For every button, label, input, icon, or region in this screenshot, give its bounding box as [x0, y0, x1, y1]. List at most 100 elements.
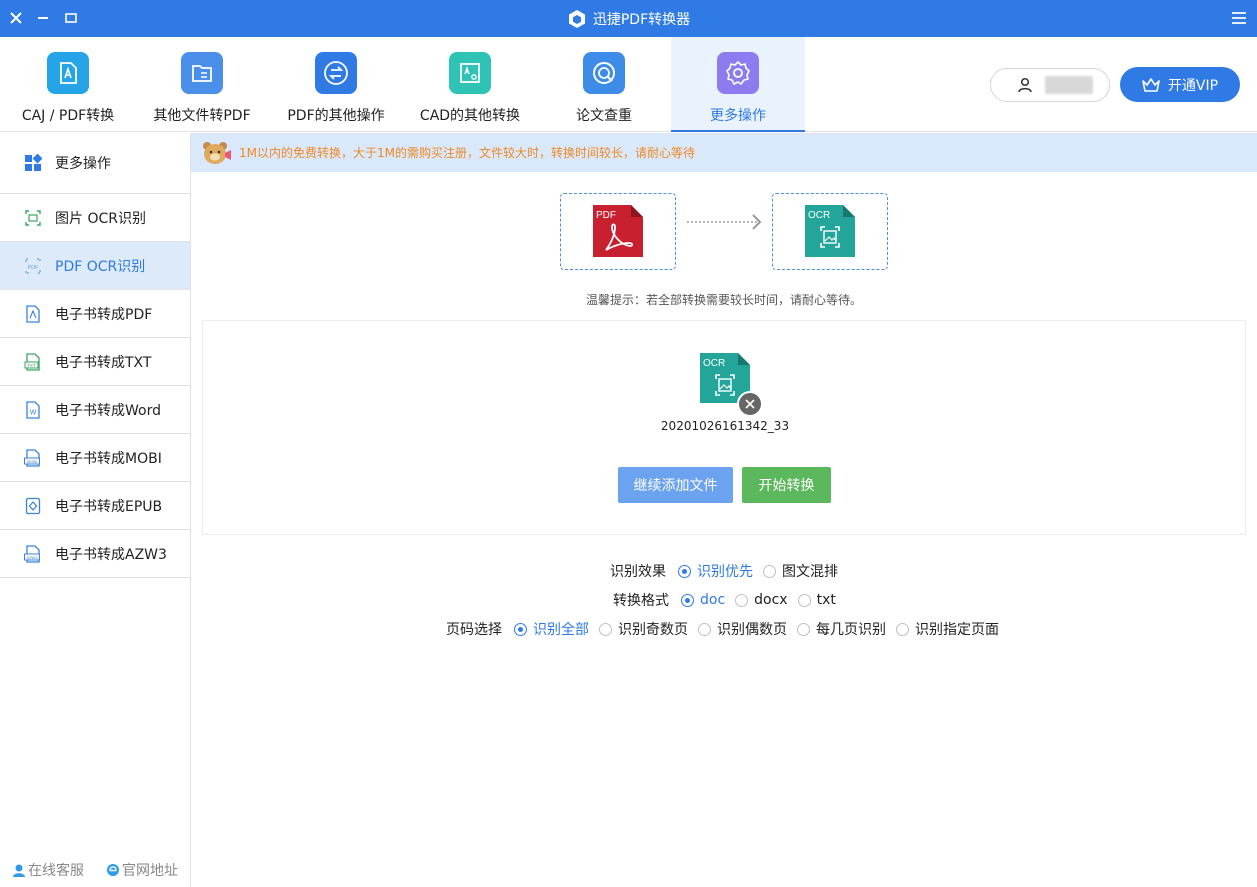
- target-format-label: OCR: [808, 210, 830, 221]
- open-vip-button[interactable]: 开通VIP: [1120, 67, 1240, 102]
- conversion-arrow: [687, 221, 757, 223]
- radio-odd-pages[interactable]: 识别奇数页: [599, 619, 688, 639]
- mascot-icon: [203, 141, 231, 164]
- sidebar-footer: 在线客服 官网地址: [12, 860, 178, 880]
- swap-icon: [315, 52, 357, 94]
- tab-pdf-other[interactable]: PDF的其他操作: [269, 37, 403, 132]
- azw3-file-icon: AZW3: [24, 544, 42, 563]
- svg-text:PDF: PDF: [28, 265, 40, 271]
- radio-docx[interactable]: docx: [735, 592, 788, 608]
- tab-caj-pdf-label: CAJ / PDF转换: [21, 108, 115, 124]
- radio-dot: [599, 622, 612, 636]
- sidebar-item-more-operations[interactable]: 更多操作: [0, 133, 190, 194]
- page-selection-row: 页码选择 识别全部 识别奇数页 识别偶数页 每几页识别 识别指定页面: [446, 619, 1009, 639]
- radio-dot: [514, 622, 527, 636]
- tab-other-to-pdf[interactable]: 其他文件转PDF: [135, 37, 269, 132]
- radio-label: doc: [700, 592, 726, 608]
- tab-cad-other[interactable]: CAD的其他转换: [403, 37, 537, 132]
- menu-icon[interactable]: [1230, 9, 1248, 27]
- radio-dot: [763, 564, 776, 578]
- radio-specified-pages[interactable]: 识别指定页面: [896, 619, 999, 639]
- user-icon: [1018, 77, 1032, 93]
- sidebar-item-ebook-epub[interactable]: 电子书转成EPUB: [0, 482, 190, 530]
- open-vip-label: 开通VIP: [1167, 77, 1219, 94]
- txt-file-icon: TXT: [24, 352, 42, 371]
- chevron-right-icon: [752, 214, 762, 230]
- sidebar-item-ebook-txt[interactable]: TXT 电子书转成TXT: [0, 338, 190, 386]
- caj-pdf-icon: [47, 52, 89, 94]
- radio-label: 识别偶数页: [717, 622, 787, 638]
- sidebar-item-label: 图片 OCR识别: [55, 210, 146, 227]
- sidebar-item-label: 电子书转成EPUB: [55, 498, 163, 515]
- sidebar-item-pdf-ocr[interactable]: PDF PDF OCR识别: [0, 242, 190, 290]
- radio-label: 识别指定页面: [915, 622, 999, 638]
- tab-caj-pdf[interactable]: CAJ / PDF转换: [1, 37, 135, 132]
- radio-dot: [797, 622, 810, 636]
- headset-icon: [13, 864, 25, 877]
- window-title: 迅捷PDF转换器: [0, 0, 1257, 37]
- sidebar-item-label: PDF OCR识别: [55, 258, 146, 275]
- radio-even-pages[interactable]: 识别偶数页: [698, 619, 787, 639]
- ocr-file-icon: OCR: [805, 204, 855, 257]
- target-format-box: OCR: [772, 193, 888, 270]
- radio-recognition-first[interactable]: 识别优先: [678, 561, 753, 581]
- svg-text:W: W: [30, 409, 37, 416]
- radio-every-n-pages[interactable]: 每几页识别: [797, 619, 886, 639]
- website-label: 官网地址: [122, 863, 178, 879]
- browser-icon: [107, 864, 119, 876]
- image-ocr-icon: [24, 209, 42, 227]
- user-name: [1045, 76, 1093, 94]
- radio-label: 识别奇数页: [618, 622, 688, 638]
- website-link[interactable]: 官网地址: [106, 860, 178, 880]
- tab-paper-check[interactable]: 论文查重: [537, 37, 671, 132]
- radio-dot: [681, 593, 694, 607]
- main-toolbar: CAJ / PDF转换 其他文件转PDF PDF的其他操作 CAD的其他转换 论…: [0, 37, 1257, 132]
- tab-pdf-other-label: PDF的其他操作: [287, 108, 385, 124]
- online-service-link[interactable]: 在线客服: [12, 860, 84, 880]
- radio-label: 识别全部: [533, 622, 589, 638]
- cad-icon: [449, 52, 491, 94]
- file-item[interactable]: OCR 20201026161342_33: [660, 353, 790, 433]
- radio-doc[interactable]: doc: [681, 592, 725, 608]
- pdf-file-icon: PDF: [593, 204, 643, 257]
- crown-icon: [1142, 77, 1160, 92]
- sidebar-item-ebook-word[interactable]: W 电子书转成Word: [0, 386, 190, 434]
- radio-label: 识别优先: [697, 564, 753, 580]
- radio-label: txt: [816, 592, 836, 608]
- tab-other-to-pdf-label: 其他文件转PDF: [153, 108, 251, 124]
- sidebar-item-label: 电子书转成AZW3: [55, 546, 167, 563]
- notice-bar: 1M以内的免费转换，大于1M的需购买注册，文件较大时，转换时间较长，请耐心等待: [191, 133, 1257, 172]
- remove-file-button[interactable]: [737, 391, 763, 417]
- svg-text:MOBI: MOBI: [27, 459, 37, 464]
- sidebar-item-image-ocr[interactable]: 图片 OCR识别: [0, 194, 190, 242]
- radio-dot: [896, 622, 909, 636]
- sidebar-item-ebook-mobi[interactable]: MOBI 电子书转成MOBI: [0, 434, 190, 482]
- tip-text: 温馨提示：若全部转换需要较长时间，请耐心等待。: [585, 293, 862, 307]
- sidebar-item-ebook-pdf[interactable]: 电子书转成PDF: [0, 290, 190, 338]
- radio-dot: [735, 593, 749, 607]
- online-service-label: 在线客服: [28, 863, 84, 879]
- radio-label: 每几页识别: [816, 622, 886, 638]
- file-name: 20201026161342_33: [660, 419, 790, 433]
- source-format-box: PDF: [560, 193, 676, 270]
- radio-txt[interactable]: txt: [797, 592, 836, 608]
- recognition-effect-row: 识别效果 识别优先 图文混排: [610, 561, 848, 581]
- mobi-file-icon: MOBI: [24, 448, 42, 467]
- gear-icon: [717, 52, 759, 94]
- sidebar-item-ebook-azw3[interactable]: AZW3 电子书转成AZW3: [0, 530, 190, 578]
- file-badge-label: OCR: [703, 358, 725, 369]
- add-more-files-button[interactable]: 继续添加文件: [618, 467, 733, 503]
- tab-paper-check-label: 论文查重: [576, 108, 632, 124]
- recognition-effect-label: 识别效果: [610, 564, 666, 580]
- grid-icon: [24, 154, 42, 172]
- radio-label: 图文混排: [782, 564, 838, 580]
- user-account-button[interactable]: [990, 68, 1110, 102]
- radio-mixed-layout[interactable]: 图文混排: [763, 561, 838, 581]
- tab-more-operations[interactable]: 更多操作: [671, 37, 805, 132]
- title-bar: 迅捷PDF转换器: [0, 0, 1257, 37]
- start-convert-button[interactable]: 开始转换: [742, 467, 831, 503]
- radio-label: docx: [754, 592, 788, 608]
- folder-icon: [181, 52, 223, 94]
- radio-all-pages[interactable]: 识别全部: [514, 619, 589, 639]
- file-list-panel: OCR 20201026161342_33 继续添加文件 开始转换: [202, 320, 1246, 535]
